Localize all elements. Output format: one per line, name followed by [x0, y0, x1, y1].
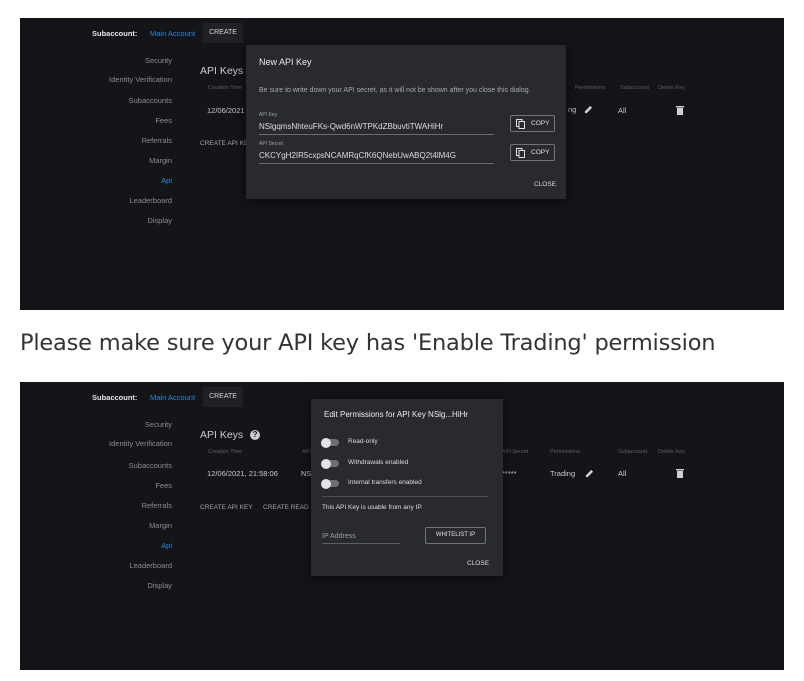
delete-key-icon[interactable] — [676, 105, 684, 115]
dialog-title: New API Key — [259, 57, 312, 67]
read-only-toggle[interactable] — [321, 437, 339, 448]
withdrawals-label: Withdrawals enabled — [348, 459, 409, 466]
row-permissions: Trading — [550, 469, 576, 478]
sidebar-item-subaccounts[interactable]: Subaccounts — [129, 96, 172, 105]
copy-api-secret-button[interactable]: COPY — [510, 144, 555, 161]
column-header-delete-key: Delete Key — [658, 85, 685, 91]
sidebar-item-display[interactable]: Display — [147, 216, 172, 225]
sidebar-item-security[interactable]: Security — [145, 420, 172, 429]
sidebar-item-referrals[interactable]: Referrals — [142, 501, 172, 510]
sidebar-item-margin[interactable]: Margin — [149, 156, 172, 165]
sidebar-item-leaderboard[interactable]: Leaderboard — [129, 561, 172, 570]
close-dialog-button[interactable]: CLOSE — [534, 181, 556, 188]
api-secret-underline — [259, 163, 494, 164]
toggle-knob — [321, 478, 331, 489]
api-key-underline — [259, 134, 494, 135]
row-creation-time: 12/06/2021, 21:58:06 — [207, 469, 278, 478]
sidebar-item-leaderboard[interactable]: Leaderboard — [129, 196, 172, 205]
sidebar-item-security[interactable]: Security — [145, 56, 172, 65]
row-api-key: NS — [301, 469, 312, 478]
sidebar-item-api[interactable]: Api — [161, 541, 172, 550]
api-secret-value[interactable]: CKCYgH2IR5cxpsNCAMRqCfK6QNebUwABQ2t4lM4G — [259, 151, 456, 160]
sidebar-item-fees[interactable]: Fees — [155, 481, 172, 490]
edit-permissions-dialog: Edit Permissions for API Key NSlg...HiHr… — [311, 399, 503, 576]
column-header-creation-time: Creation Time — [208, 85, 243, 91]
sidebar-item-identity-verification[interactable]: Identity Verification — [109, 439, 172, 448]
copy-api-key-button[interactable]: COPY — [510, 115, 555, 132]
column-header-permissions: Permissions — [550, 449, 580, 455]
sidebar-item-referrals[interactable]: Referrals — [142, 136, 172, 145]
subaccount-label: Subaccount: — [92, 393, 138, 402]
copy-icon — [516, 148, 525, 158]
whitelist-ip-button[interactable]: WHITELIST IP — [425, 527, 486, 544]
row-permissions: ng — [568, 105, 577, 114]
internal-transfers-toggle[interactable] — [321, 478, 339, 489]
instruction-caption: Please make sure your API key has 'Enabl… — [20, 330, 716, 356]
row-subaccount: All — [618, 106, 627, 115]
new-api-key-dialog: New API Key Be sure to write down your A… — [246, 45, 566, 199]
api-keys-title: API Keys — [200, 65, 244, 77]
help-icon[interactable]: ? — [250, 430, 261, 441]
toggle-knob — [321, 458, 331, 469]
create-api-key-link[interactable]: CREATE API KEY — [200, 140, 253, 147]
api-key-value[interactable]: NSlgqmsNhteuFKs-Qwd6nWTPKdZBbuvtiTWAHiHr — [259, 122, 443, 131]
subaccount-selector[interactable]: Main Account — [150, 393, 195, 402]
sidebar-item-subaccounts[interactable]: Subaccounts — [129, 461, 172, 470]
edit-permissions-icon[interactable] — [585, 469, 594, 478]
column-header-subaccount: Subaccount — [618, 449, 648, 455]
divider — [322, 496, 488, 497]
internal-transfers-label: Internal transfers enabled — [348, 479, 422, 486]
column-header-permissions: Permissions — [575, 85, 605, 91]
api-keys-title: API Keys — [200, 429, 244, 441]
column-header-subaccount: Subaccount — [620, 85, 650, 91]
column-header-creation-time: Creation Time — [208, 449, 243, 455]
dialog-title: Edit Permissions for API Key NSlg...HiHr — [324, 410, 469, 419]
screenshot-edit-permissions: Subaccount: Main Account CREATE Security… — [20, 382, 784, 670]
sidebar-item-identity-verification[interactable]: Identity Verification — [109, 75, 172, 84]
copy-icon — [516, 119, 525, 129]
row-api-secret: ***** — [502, 469, 517, 478]
read-only-label: Read-only — [348, 438, 378, 445]
withdrawals-toggle[interactable] — [321, 458, 339, 469]
top-bar: Subaccount: Main Account CREATE — [20, 18, 784, 48]
ip-usage-note: This API Key is usable from any IP. — [322, 504, 423, 511]
close-dialog-button[interactable]: CLOSE — [467, 560, 489, 567]
create-subaccount-button[interactable]: CREATE — [203, 23, 243, 43]
api-secret-label: API Secret — [259, 141, 283, 147]
create-api-key-link[interactable]: CREATE API KEY — [200, 504, 253, 511]
column-header-api: API — [302, 449, 311, 455]
row-subaccount: All — [618, 469, 627, 478]
column-header-api-secret: API Secret — [502, 449, 529, 455]
toggle-knob — [321, 437, 331, 448]
api-key-label: API Key — [259, 112, 278, 118]
screenshot-new-api-key: Subaccount: Main Account CREATE Security… — [20, 18, 784, 310]
sidebar-item-margin[interactable]: Margin — [149, 521, 172, 530]
edit-permissions-icon[interactable] — [584, 105, 593, 114]
delete-key-icon[interactable] — [676, 468, 684, 478]
ip-address-input[interactable]: IP Address — [322, 533, 400, 544]
subaccount-selector[interactable]: Main Account — [150, 29, 195, 38]
sidebar-item-fees[interactable]: Fees — [155, 116, 172, 125]
dialog-description: Be sure to write down your API secret, a… — [259, 87, 531, 94]
api-keys-heading: API Keys — [200, 65, 243, 77]
sidebar-item-api[interactable]: Api — [161, 176, 172, 185]
subaccount-label: Subaccount: — [92, 29, 138, 38]
copy-label: COPY — [531, 120, 550, 127]
sidebar-item-display[interactable]: Display — [147, 581, 172, 590]
api-keys-heading: API Keys ? — [200, 429, 261, 441]
create-read-only-key-link[interactable]: CREATE READ — [263, 504, 309, 511]
column-header-delete-key: Delete Key — [658, 449, 685, 455]
copy-label: COPY — [531, 149, 550, 156]
create-subaccount-button[interactable]: CREATE — [203, 387, 243, 407]
row-creation-time: 12/06/2021 — [207, 106, 245, 115]
